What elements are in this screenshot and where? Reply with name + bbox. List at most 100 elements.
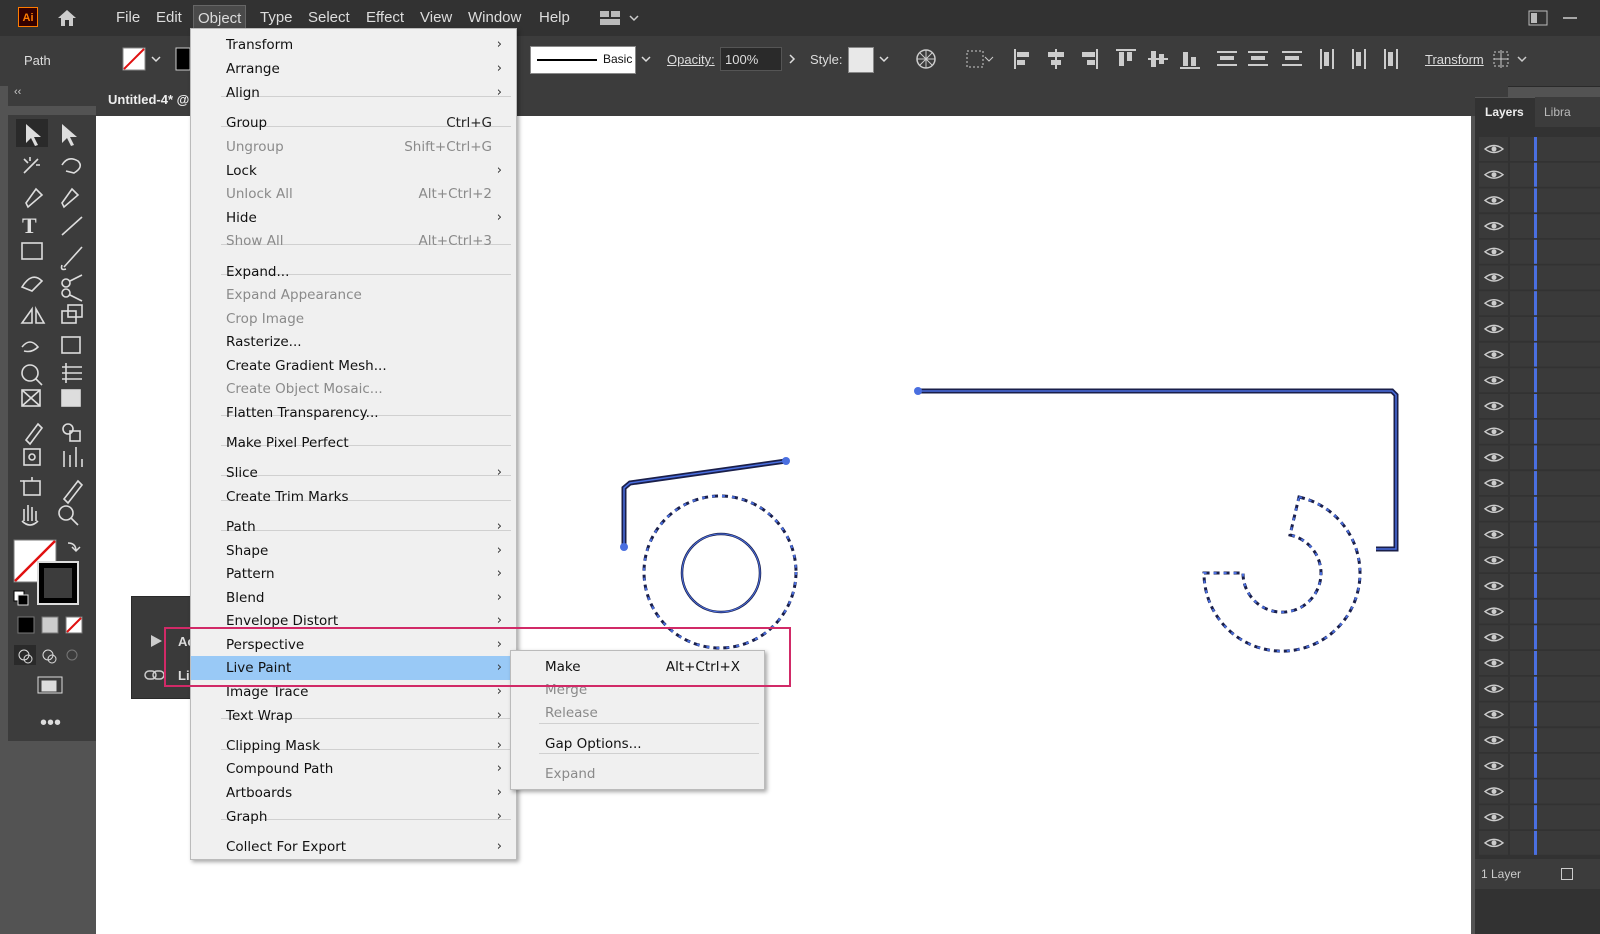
menu-item-collect-for-export[interactable]: Collect For Export › — [191, 835, 514, 859]
tool-icons[interactable]: T ••• — [8, 115, 96, 741]
app-logo: Ai — [18, 7, 38, 27]
play-icon[interactable] — [148, 633, 164, 649]
chevron-right-icon: › — [496, 761, 502, 776]
layer-row[interactable] — [1479, 342, 1600, 367]
layer-row[interactable] — [1479, 625, 1600, 650]
submenu-item-gap-options[interactable]: Gap Options... — [511, 732, 762, 756]
menu-item-artboards[interactable]: Artboards › — [191, 781, 514, 805]
menu-item-blend[interactable]: Blend › — [191, 586, 514, 610]
layer-row[interactable] — [1479, 548, 1600, 573]
menu-item-align[interactable]: Align › — [191, 81, 514, 105]
menu-item-shortcut: Alt+Ctrl+3 — [418, 233, 492, 249]
graphic-style-swatch[interactable] — [848, 47, 874, 73]
layer-row[interactable] — [1479, 496, 1600, 521]
eye-pupil — [1491, 506, 1497, 512]
workspace-switcher-icon[interactable] — [600, 10, 642, 26]
opacity-label[interactable]: Opacity: — [667, 52, 715, 67]
menu-item-create-gradient-mesh[interactable]: Create Gradient Mesh... — [191, 354, 514, 378]
menu-item-hide[interactable]: Hide › — [191, 206, 514, 230]
layer-row[interactable] — [1479, 702, 1600, 727]
layer-row[interactable] — [1479, 599, 1600, 624]
align-to-selection-icon[interactable] — [965, 48, 995, 70]
fill-none-swatch-icon[interactable] — [122, 47, 146, 71]
document-tab[interactable]: Untitled-4* @ — [108, 92, 189, 107]
layer-row[interactable] — [1479, 779, 1600, 804]
layer-row[interactable] — [1479, 394, 1600, 418]
layer-row[interactable] — [1479, 188, 1600, 213]
layer-row[interactable] — [1479, 162, 1600, 187]
menu-item-shape[interactable]: Shape › — [191, 539, 514, 563]
selection-type-label: Path — [24, 53, 51, 68]
layer-row[interactable] — [1479, 214, 1600, 239]
chevron-right-icon[interactable] — [786, 53, 798, 65]
chevron-down-icon[interactable] — [878, 53, 890, 65]
layer-row[interactable] — [1479, 805, 1600, 830]
menu-item-label: Ungroup — [226, 139, 284, 155]
isolate-icon[interactable] — [1492, 48, 1532, 70]
menu-item-create-trim-marks[interactable]: Create Trim Marks — [191, 485, 514, 509]
layer-row[interactable] — [1479, 265, 1600, 290]
layer-rows[interactable] — [1475, 135, 1600, 855]
menu-item-label: Rasterize... — [226, 334, 302, 350]
layer-row[interactable] — [1479, 471, 1600, 496]
eye-pupil — [1491, 557, 1497, 563]
link-icon[interactable] — [144, 668, 166, 682]
menu-item-make-pixel-perfect[interactable]: Make Pixel Perfect — [191, 431, 514, 455]
menu-item-slice[interactable]: Slice › — [191, 461, 514, 485]
menu-item-label: Blend — [226, 590, 265, 606]
menu-edit[interactable]: Edit — [152, 0, 186, 36]
layer-row[interactable] — [1479, 291, 1600, 316]
menu-item-group[interactable]: Group Ctrl+G — [191, 111, 514, 135]
layer-row[interactable] — [1479, 753, 1600, 778]
menu-item-flatten-transparency[interactable]: Flatten Transparency... — [191, 401, 514, 425]
minimize-icon[interactable] — [1560, 10, 1580, 26]
menu-item-expand[interactable]: Expand... — [191, 260, 514, 284]
chevron-down-icon[interactable] — [150, 53, 162, 65]
layer-row[interactable] — [1479, 651, 1600, 675]
eye-pupil — [1491, 249, 1497, 255]
layer-row[interactable] — [1479, 728, 1600, 753]
tab-layers[interactable]: Layers — [1485, 105, 1524, 119]
layer-row[interactable] — [1479, 368, 1600, 393]
menu-item-text-wrap[interactable]: Text Wrap › — [191, 704, 514, 728]
layer-row[interactable] — [1479, 239, 1600, 264]
menu-file[interactable]: File — [112, 0, 144, 36]
menu-item-clipping-mask[interactable]: Clipping Mask › — [191, 734, 514, 758]
variable-width-profile[interactable]: Basic — [530, 46, 636, 74]
eye-pupil — [1491, 275, 1497, 280]
menu-item-graph[interactable]: Graph › — [191, 805, 514, 829]
tab-libraries[interactable]: Libra — [1544, 105, 1571, 119]
menu-item-lock[interactable]: Lock › — [191, 159, 514, 183]
color-mode-buttons — [17, 616, 83, 634]
layer-color-bar — [1534, 651, 1537, 675]
eye-pupil — [1491, 737, 1497, 743]
home-icon[interactable] — [56, 8, 78, 28]
menu-help[interactable]: Help — [535, 0, 574, 36]
recolor-artwork-icon[interactable] — [915, 48, 937, 70]
menu-item-arrange[interactable]: Arrange › — [191, 57, 514, 81]
stroke-swatch-icon[interactable] — [175, 47, 191, 71]
layer-row[interactable] — [1479, 830, 1600, 855]
menu-item-pattern[interactable]: Pattern › — [191, 562, 514, 586]
layer-row[interactable] — [1479, 137, 1600, 161]
layer-row[interactable] — [1479, 676, 1600, 701]
menu-item-transform[interactable]: Transform › — [191, 33, 514, 57]
arrange-documents-icon[interactable] — [1528, 10, 1548, 26]
layer-row[interactable] — [1479, 419, 1600, 444]
opacity-input[interactable]: 100% — [720, 47, 782, 71]
menu-item-compound-path[interactable]: Compound Path › — [191, 757, 514, 781]
transform-link[interactable]: Transform — [1425, 52, 1484, 67]
align-distribute-icons[interactable] — [1012, 48, 1402, 70]
menu-item-label: Path — [226, 519, 256, 535]
svg-text:•••: ••• — [40, 712, 61, 734]
menu-item-rasterize[interactable]: Rasterize... — [191, 330, 514, 354]
layer-row[interactable] — [1479, 316, 1600, 341]
layer-row[interactable] — [1479, 573, 1600, 598]
eye-pupil — [1491, 197, 1497, 203]
collapse-icon[interactable]: ‹‹ — [14, 86, 21, 98]
menu-item-path[interactable]: Path › — [191, 515, 514, 539]
chevron-down-icon[interactable] — [640, 53, 652, 65]
layer-row[interactable] — [1479, 445, 1600, 470]
locate-object-icon[interactable] — [1561, 868, 1573, 880]
layer-row[interactable] — [1479, 522, 1600, 547]
